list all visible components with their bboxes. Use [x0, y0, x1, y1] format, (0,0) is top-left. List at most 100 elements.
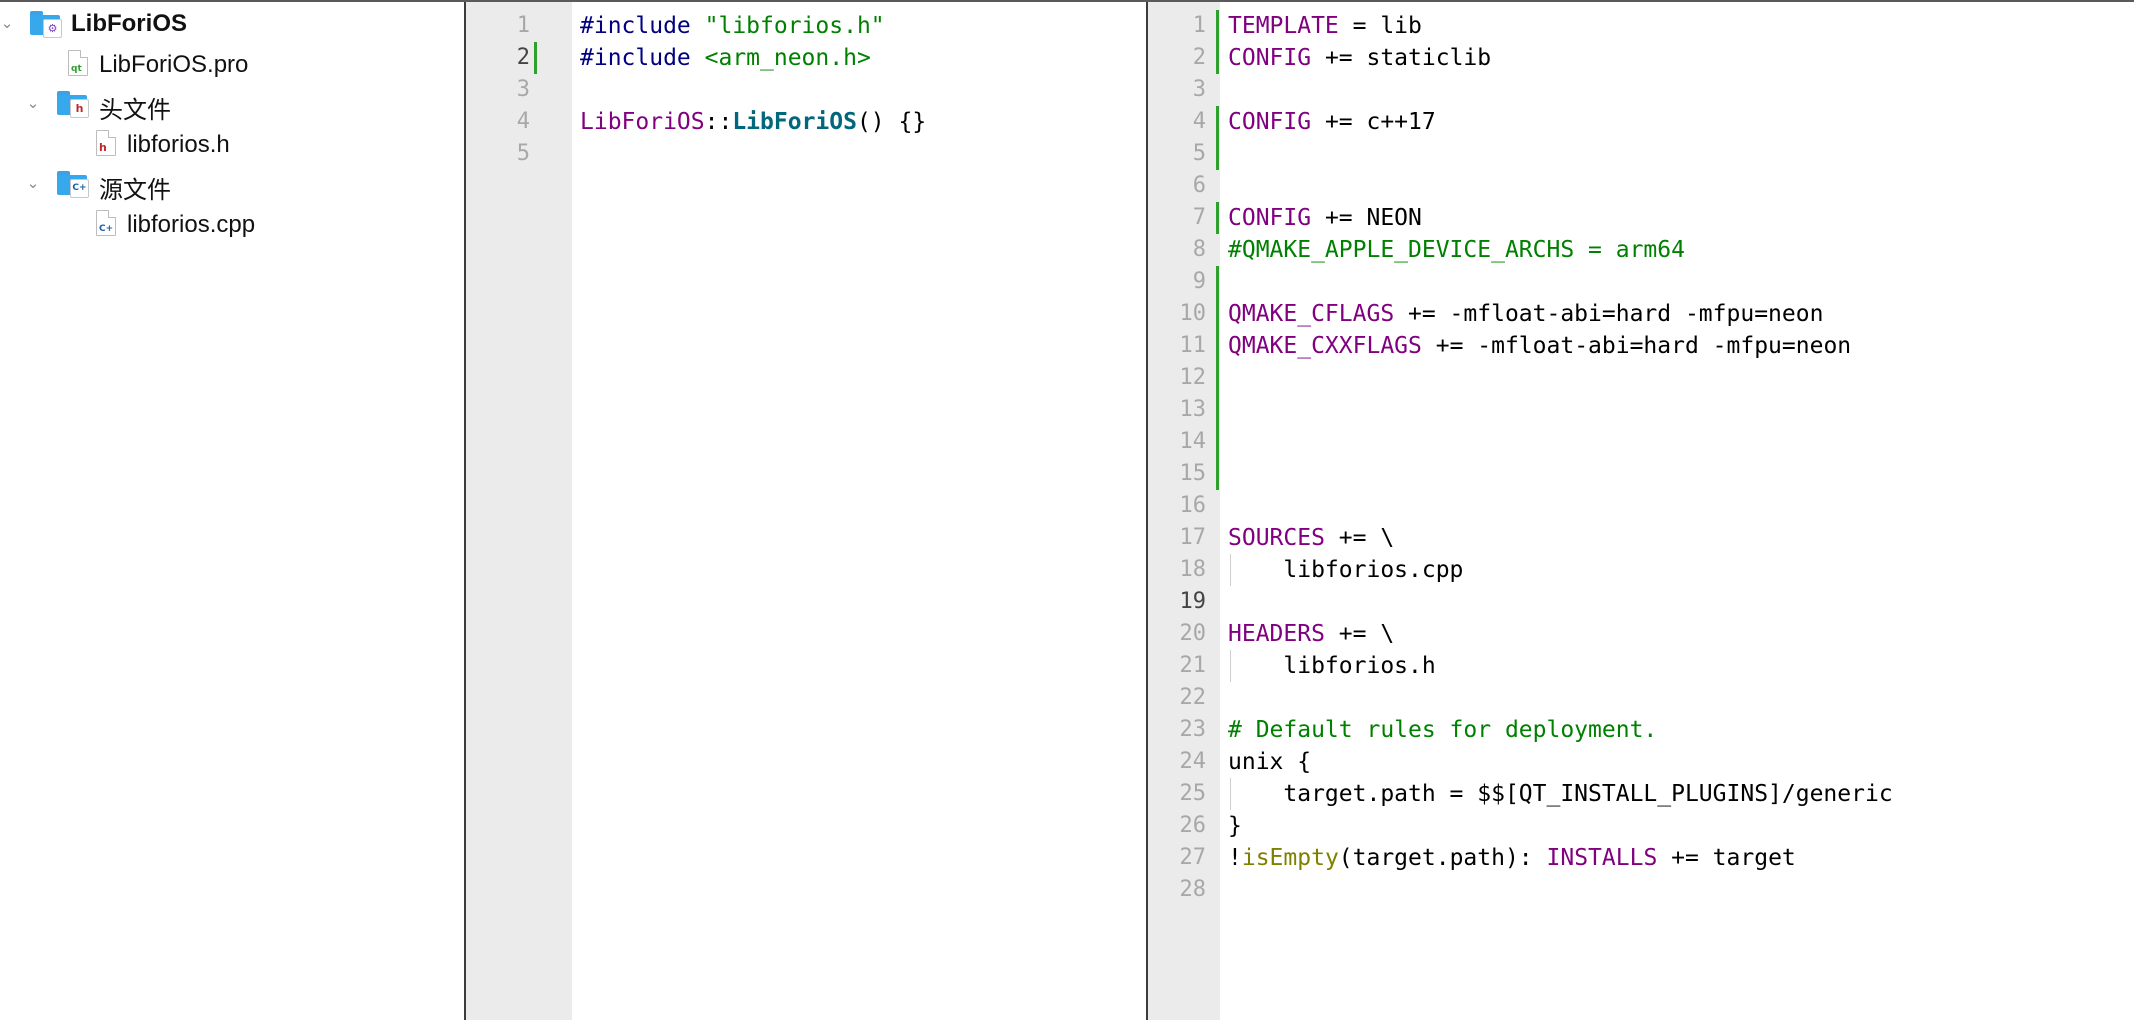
source-folder-icon: C+	[57, 171, 89, 198]
code-token: "libforios.h"	[704, 13, 885, 39]
code-line[interactable]: libforios.h	[1228, 650, 1436, 682]
line-number: 5	[516, 141, 530, 166]
line-number: 27	[1179, 845, 1207, 870]
tree-item-label: libforios.h	[127, 131, 230, 158]
change-marker	[1216, 106, 1219, 170]
code-line[interactable]: }	[1228, 810, 1242, 842]
line-number: 16	[1179, 493, 1207, 518]
code-token: HEADERS	[1228, 621, 1325, 647]
project-folder-icon: ⚙	[30, 11, 62, 38]
indent-guide	[1230, 554, 1231, 586]
line-number: 19	[1179, 589, 1207, 614]
code-token: #include	[580, 45, 705, 71]
code-token: += -mfloat-abi=hard -mfpu=neon	[1394, 301, 1824, 327]
line-number: 9	[1192, 269, 1206, 294]
code-token: INSTALLS	[1546, 845, 1658, 871]
code-token: libforios.h	[1228, 653, 1436, 679]
chevron-down-icon[interactable]: ⌄	[26, 96, 40, 111]
line-number: 3	[516, 77, 530, 102]
code-token: # Default rules for deployment.	[1228, 717, 1658, 743]
code-token: LibForiOS	[580, 109, 705, 135]
code-line[interactable]: CONFIG += c++17	[1228, 106, 1436, 138]
line-number: 22	[1179, 685, 1207, 710]
line-number: 18	[1179, 557, 1207, 582]
change-marker	[1216, 10, 1219, 74]
code-line[interactable]: libforios.cpp	[1228, 554, 1463, 586]
code-token: CONFIG	[1228, 109, 1312, 135]
line-number: 28	[1179, 877, 1207, 902]
line-number: 11	[1179, 333, 1207, 358]
line-number: 1	[516, 13, 530, 38]
tree-item-label: LibForiOS	[71, 10, 187, 37]
code-line[interactable]: # Default rules for deployment.	[1228, 714, 1657, 746]
line-number: 23	[1179, 717, 1207, 742]
line-number: 5	[1192, 141, 1206, 166]
code-token: += c++17	[1311, 109, 1436, 135]
code-line[interactable]: QMAKE_CFLAGS += -mfloat-abi=hard -mfpu=n…	[1228, 298, 1823, 330]
code-token: += target	[1657, 845, 1796, 871]
line-number: 4	[516, 109, 530, 134]
code-token: () {}	[856, 109, 927, 135]
header-file-icon: h	[96, 130, 116, 156]
code-token: }	[1228, 813, 1242, 839]
code-token: += staticlib	[1311, 45, 1492, 71]
code-line[interactable]: CONFIG += staticlib	[1228, 42, 1491, 74]
line-number: 3	[1192, 77, 1206, 102]
code-line[interactable]: TEMPLATE = lib	[1228, 10, 1422, 42]
line-number: 13	[1179, 397, 1207, 422]
line-number: 25	[1179, 781, 1207, 806]
line-number: 24	[1179, 749, 1207, 774]
code-line[interactable]: QMAKE_CXXFLAGS += -mfloat-abi=hard -mfpu…	[1228, 330, 1851, 362]
line-number: 17	[1179, 525, 1207, 550]
code-token: CONFIG	[1228, 205, 1312, 231]
code-line[interactable]: !isEmpty(target.path): INSTALLS += targe…	[1228, 842, 1796, 874]
code-line[interactable]: #include "libforios.h"	[580, 10, 885, 42]
code-token: = lib	[1338, 13, 1422, 39]
code-editor-pro[interactable]: 1 TEMPLATE = lib 2 CONFIG += staticlib 3 4 CON…	[1148, 2, 2134, 1020]
line-number: 20	[1179, 621, 1207, 646]
chevron-down-icon[interactable]: ⌄	[26, 176, 40, 191]
line-number: 4	[1192, 109, 1206, 134]
code-line[interactable]: #include <arm_neon.h>	[580, 42, 871, 74]
code-token: target.path = $$[QT_INSTALL_PLUGINS]/gen…	[1228, 781, 1893, 807]
code-token: unix {	[1228, 749, 1312, 775]
line-number: 14	[1179, 429, 1207, 454]
tree-item-label: 头文件	[99, 97, 171, 124]
code-token: !	[1228, 845, 1242, 871]
line-number: 12	[1179, 365, 1207, 390]
code-token: LibForiOS	[732, 109, 857, 135]
code-token: SOURCES	[1228, 525, 1325, 551]
code-line[interactable]: unix {	[1228, 746, 1311, 778]
line-number: 2	[1192, 45, 1206, 70]
code-token: += -mfloat-abi=hard -mfpu=neon	[1421, 333, 1852, 359]
line-number: 6	[1192, 173, 1206, 198]
code-line[interactable]: SOURCES += \	[1228, 522, 1394, 554]
code-token: (target.path):	[1338, 845, 1547, 871]
change-marker	[534, 42, 537, 74]
code-token: CONFIG	[1228, 45, 1312, 71]
code-token: libforios.cpp	[1228, 557, 1464, 583]
code-editor-cpp[interactable]: 1 #include "libforios.h" 2 #include <arm_ne…	[466, 2, 1146, 1020]
code-token: ::	[704, 109, 733, 135]
code-token: QMAKE_CXXFLAGS	[1228, 333, 1422, 359]
tree-item-label: libforios.cpp	[127, 211, 256, 238]
line-number: 21	[1179, 653, 1207, 678]
code-token: += NEON	[1311, 205, 1422, 231]
tree-item-label: LibForiOS.pro	[99, 51, 249, 78]
code-token: QMAKE_CFLAGS	[1228, 301, 1395, 327]
indent-guide	[1230, 778, 1231, 810]
line-number: 2	[516, 45, 530, 70]
chevron-down-icon[interactable]: ⌄	[0, 16, 14, 31]
code-line[interactable]: LibForiOS::LibForiOS() {}	[580, 106, 926, 138]
code-line[interactable]: #QMAKE_APPLE_DEVICE_ARCHS = arm64	[1228, 234, 1685, 266]
project-tree[interactable]: ⌄ ⚙ LibForiOS qt LibForiOS.pro ⌄ h 头文件 h…	[0, 2, 464, 1020]
code-line[interactable]: target.path = $$[QT_INSTALL_PLUGINS]/gen…	[1228, 778, 1893, 810]
code-token: #QMAKE_APPLE_DEVICE_ARCHS = arm64	[1228, 237, 1685, 263]
code-line[interactable]: HEADERS += \	[1228, 618, 1394, 650]
code-token: += \	[1324, 525, 1395, 551]
code-token: <arm_neon.h>	[704, 45, 871, 71]
cpp-file-icon: C+	[96, 210, 116, 236]
change-marker	[1216, 266, 1219, 490]
code-line[interactable]: CONFIG += NEON	[1228, 202, 1422, 234]
indent-guide	[1230, 650, 1231, 682]
